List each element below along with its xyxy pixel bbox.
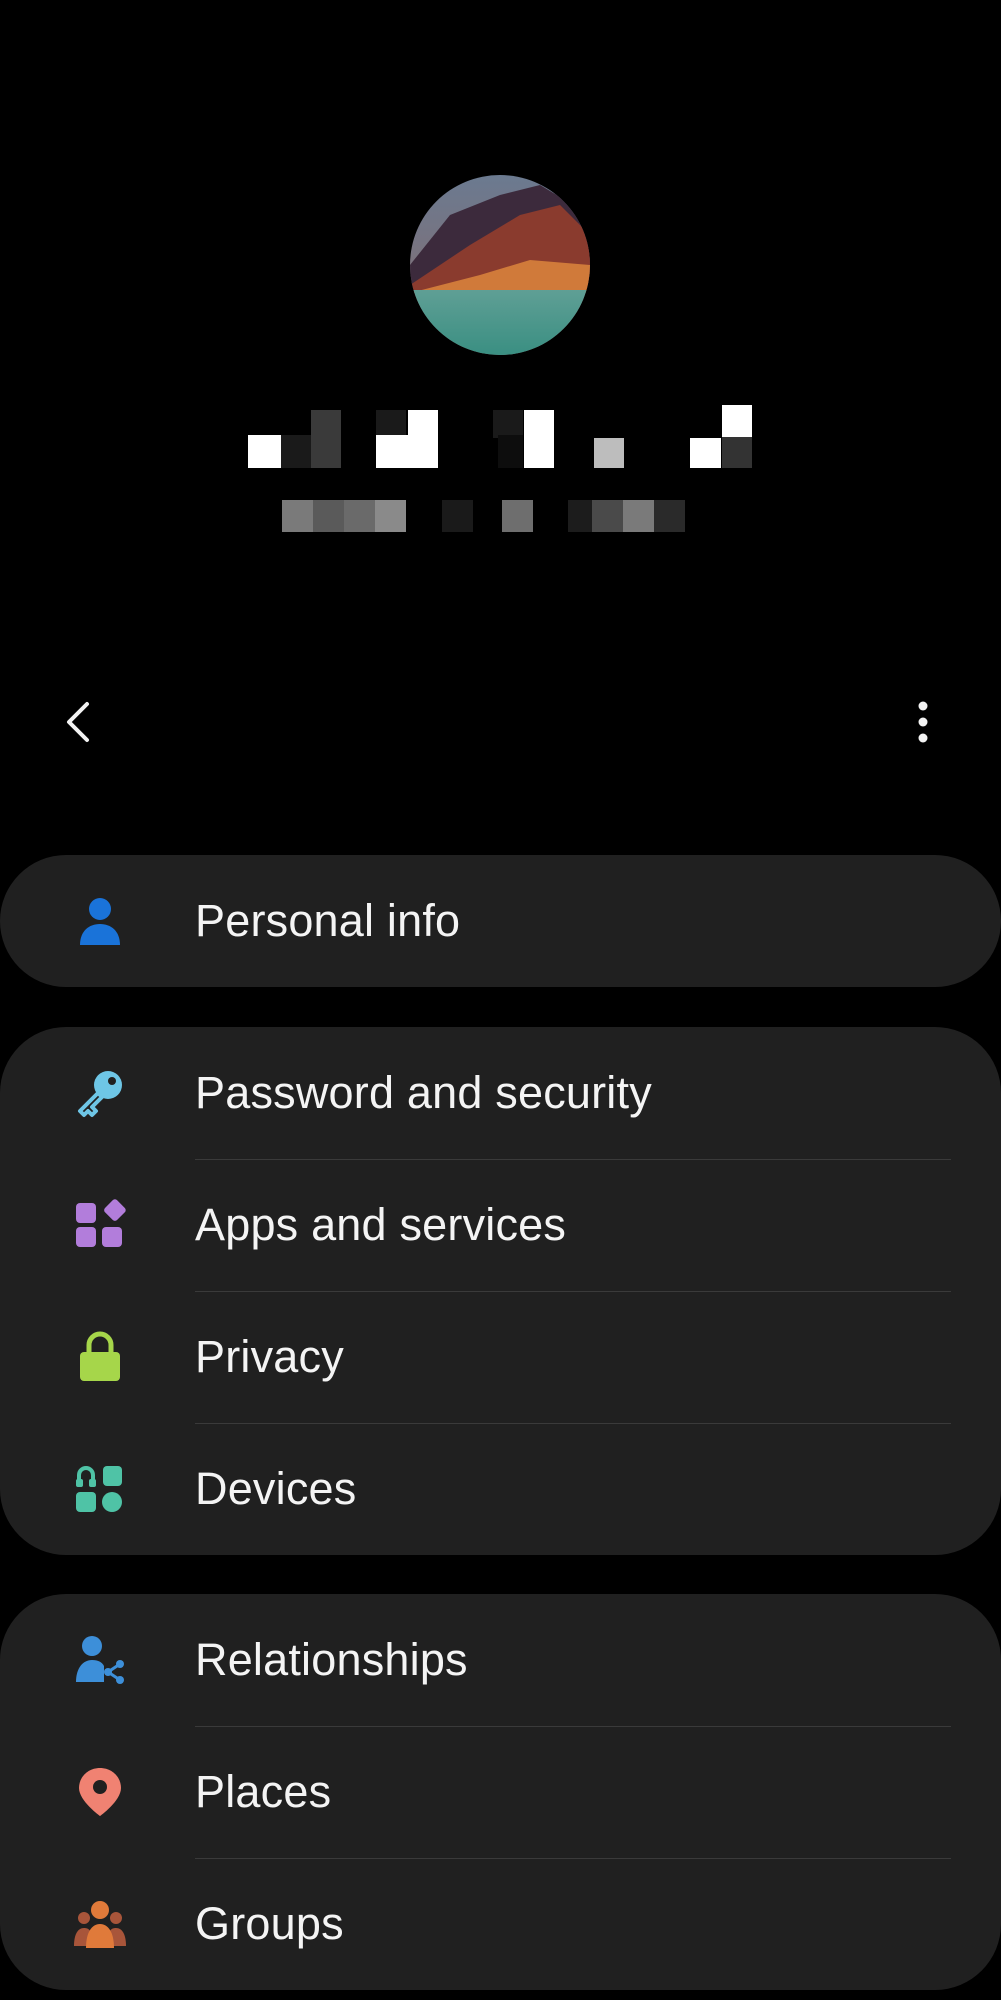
menu-item-devices[interactable]: Devices — [0, 1423, 1001, 1555]
divider — [195, 1726, 951, 1727]
more-options-icon — [918, 701, 928, 743]
settings-card-social: Relationships Places Groups — [0, 1594, 1001, 1990]
menu-item-label: Privacy — [195, 1331, 344, 1382]
divider — [195, 1291, 951, 1292]
person-icon — [74, 895, 126, 947]
divider — [195, 1423, 951, 1424]
key-icon — [74, 1067, 126, 1119]
profile-email-redacted — [282, 500, 690, 532]
profile-avatar[interactable] — [410, 175, 590, 355]
menu-item-apps-services[interactable]: Apps and services — [0, 1159, 1001, 1291]
divider — [195, 1159, 951, 1160]
menu-item-groups[interactable]: Groups — [0, 1858, 1001, 1990]
menu-item-privacy[interactable]: Privacy — [0, 1291, 1001, 1423]
menu-item-label: Devices — [195, 1463, 357, 1514]
menu-item-label: Personal info — [195, 895, 461, 946]
group-icon — [74, 1898, 126, 1950]
lock-icon — [74, 1331, 126, 1383]
top-app-bar — [0, 680, 1001, 760]
profile-name-redacted — [248, 400, 753, 472]
menu-item-label: Relationships — [195, 1634, 468, 1685]
menu-item-label: Password and security — [195, 1067, 652, 1118]
menu-item-label: Groups — [195, 1898, 344, 1949]
menu-item-password-security[interactable]: Password and security — [0, 1027, 1001, 1159]
more-options-button[interactable] — [893, 692, 953, 752]
menu-item-personal-info[interactable]: Personal info — [0, 855, 1001, 987]
settings-card-security: Password and security Apps and services … — [0, 1027, 1001, 1555]
menu-item-label: Places — [195, 1766, 332, 1817]
apps-icon — [74, 1199, 126, 1251]
devices-icon — [74, 1463, 126, 1515]
back-arrow-icon — [67, 702, 89, 742]
divider — [195, 1858, 951, 1859]
menu-item-places[interactable]: Places — [0, 1726, 1001, 1858]
menu-item-label: Apps and services — [195, 1199, 567, 1250]
settings-card-account: Personal info — [0, 855, 1001, 987]
location-pin-icon — [74, 1766, 126, 1818]
person-share-icon — [74, 1634, 126, 1686]
back-button[interactable] — [48, 692, 108, 752]
menu-item-relationships[interactable]: Relationships — [0, 1594, 1001, 1726]
